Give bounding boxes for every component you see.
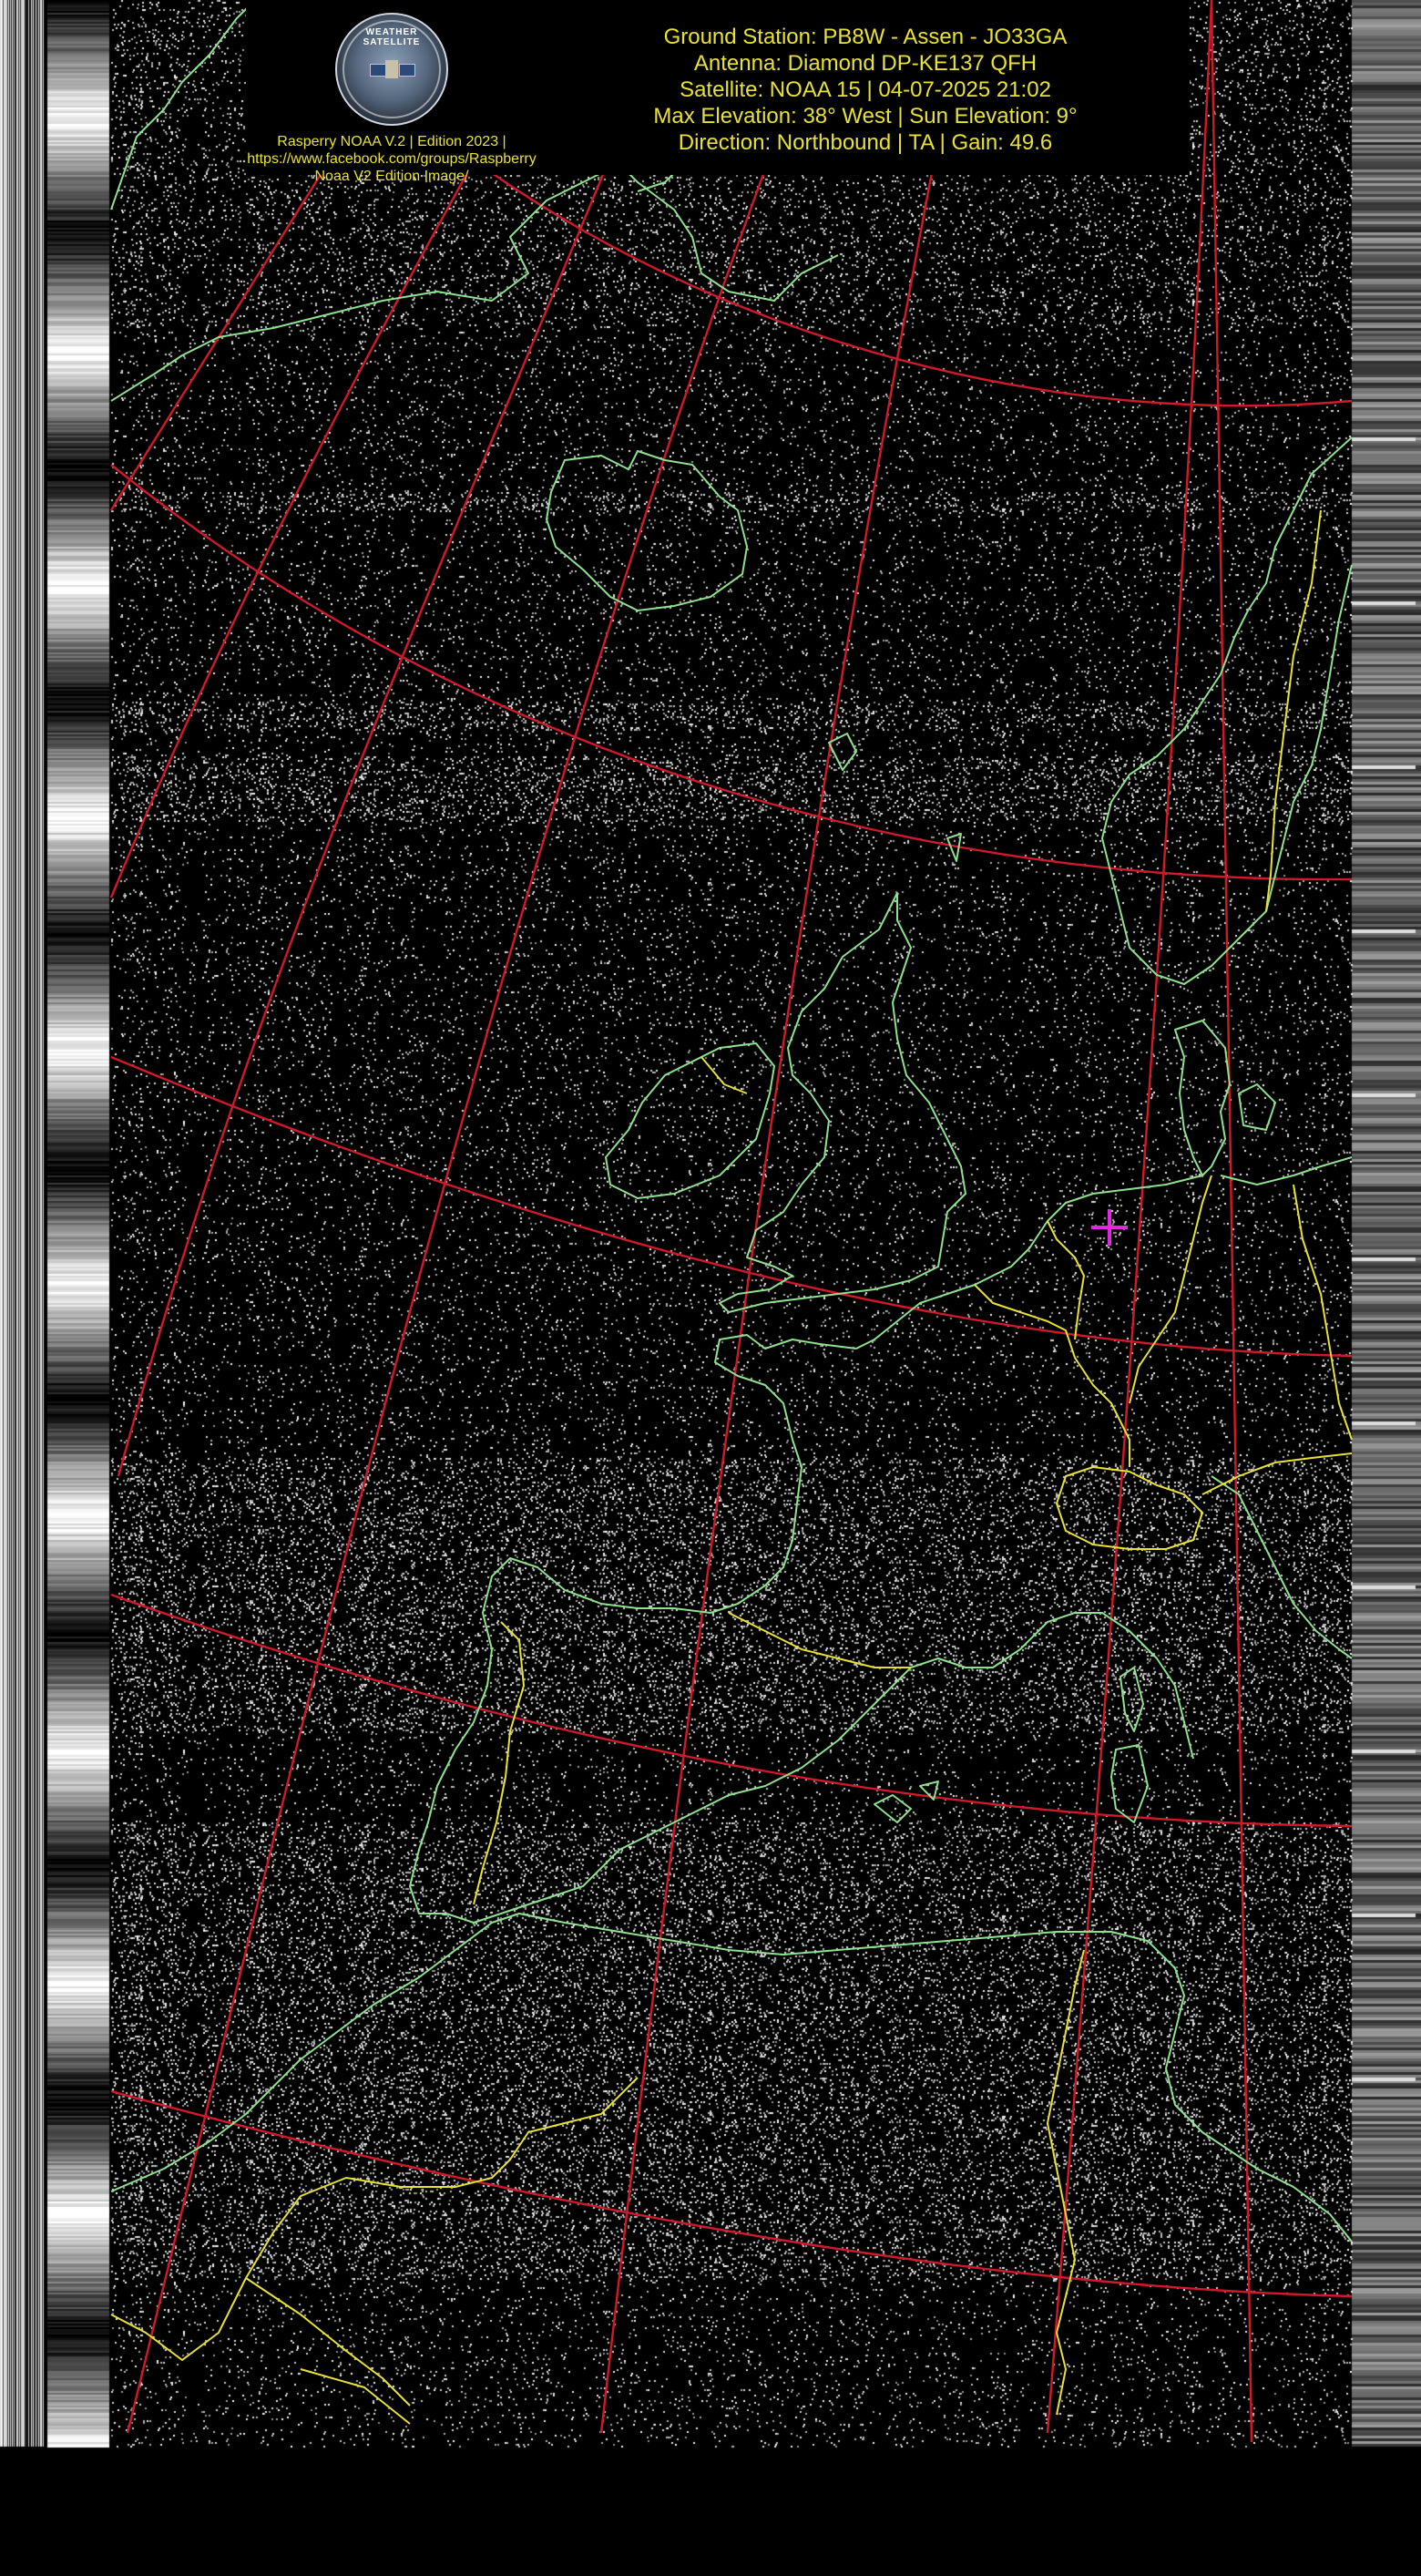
parallel-line (110, 464, 1353, 881)
coastline-italy (1211, 1475, 1353, 1659)
logo-arc-text: WEATHER SATELLITE (363, 27, 421, 47)
coastline-north-africa (110, 1913, 1353, 2242)
coastline-balearics (874, 1781, 939, 1823)
coastline-france (710, 1334, 857, 1614)
map-overlay (109, 0, 1353, 2443)
border-spain-portugal (473, 1621, 525, 1905)
parallel-line (491, 172, 1353, 407)
border-algeria-mauritania (245, 2277, 411, 2407)
border-switzerland (1056, 1466, 1203, 1550)
meridian-line (126, 0, 831, 2434)
credit-line: Rasperry NOAA V.2 | Edition 2023 | (277, 134, 506, 149)
direction-line: Direction: Northbound | TA | Gain: 49.6 (678, 130, 1053, 155)
coastline-faroe (828, 733, 857, 771)
border-morocco-algeria (110, 2077, 639, 2361)
weather-satellite-logo-icon: WEATHER SATELLITE (335, 13, 448, 126)
coastline-low-countries (855, 1175, 1203, 1350)
coastline-baltic (1220, 1156, 1353, 1185)
antenna-line: Antenna: Diamond DP-KE137 QFH (693, 51, 1038, 76)
border-mauritania (300, 2368, 411, 2425)
station-marker-crosshair-plus-icon (1091, 1209, 1128, 1246)
coastlines (110, 0, 1353, 2242)
satellite-line: Satellite: NOAA 15 | 04-07-2025 21:02 (680, 77, 1051, 102)
meridian-line (1210, 0, 1253, 2443)
border-austria-germany (1201, 1452, 1353, 1495)
border-benelux (974, 1220, 1130, 1467)
parallel-line (110, 1593, 1353, 1828)
credit-line: https://www.facebook.com/groups/Raspberr… (247, 151, 537, 167)
coastline-great-britain (719, 892, 966, 1313)
credit-line: Noaa V2 Edition Image/ (314, 169, 469, 184)
border-france-spain (728, 1612, 911, 1668)
meridian-line (599, 0, 967, 2434)
coastline-corsica-sardinia (1110, 1667, 1149, 1823)
coastline-shetland (946, 833, 962, 862)
logo-block: WEATHER SATELLITE Rasperry NOAA V.2 | Ed… (246, 13, 537, 185)
meridian-line (117, 0, 676, 1477)
coastline-ireland (605, 1042, 775, 1199)
elevation-line: Max Elevation: 38° West | Sun Elevation:… (653, 104, 1078, 128)
border-norway-sweden (1265, 509, 1322, 912)
pass-info: Ground Station: PB8W - Assen - JO33GA An… (547, 24, 1184, 156)
ground-station-line: Ground Station: PB8W - Assen - JO33GA (663, 25, 1068, 49)
border-germany-east (1293, 1184, 1353, 1441)
graticule (109, 0, 1353, 2443)
coastline-iceland (546, 450, 748, 611)
meridian-line (1046, 0, 1213, 2434)
credit-text: Rasperry NOAA V.2 | Edition 2023 | https… (246, 133, 537, 185)
border-algeria-tunisia (1047, 1949, 1085, 2416)
border-ireland-ni (700, 1056, 748, 1094)
borders (110, 509, 1353, 2425)
parallel-line (110, 2089, 1353, 2298)
satellite-icon (370, 56, 415, 82)
coastline-iberia (409, 1557, 1194, 1924)
coastline-denmark (1174, 1020, 1276, 1176)
